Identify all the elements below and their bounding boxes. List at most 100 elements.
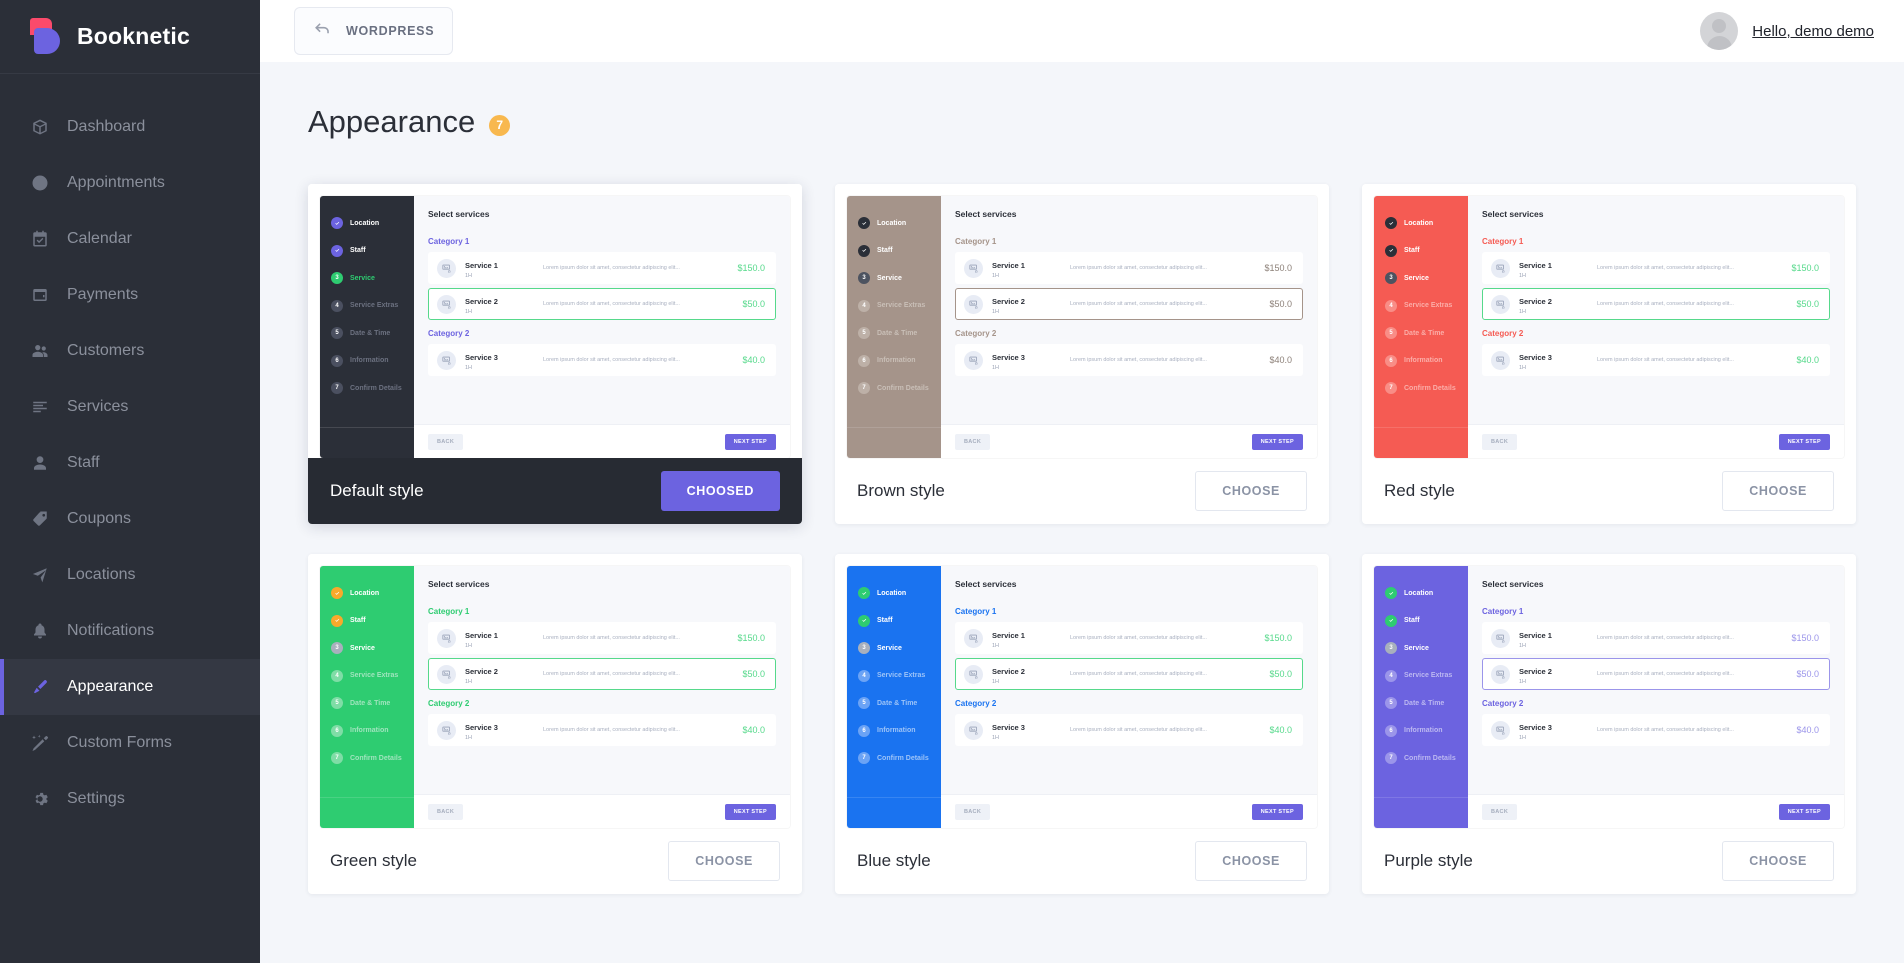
sidebar-item-notifications[interactable]: Notifications [0, 603, 260, 659]
preview-back-button[interactable]: BACK [1482, 804, 1517, 820]
service-row[interactable]: Service 11HLorem ipsum dolor sit amet, c… [1482, 252, 1830, 284]
service-price: $50.0 [1796, 299, 1819, 309]
sidebar-item-customers[interactable]: Customers [0, 323, 260, 379]
choose-button[interactable]: CHOOSE [1722, 841, 1834, 881]
preview-next-step-button[interactable]: NEXT STEP [1252, 434, 1303, 450]
step-bullet-done [858, 615, 870, 627]
bell-icon [30, 621, 50, 641]
service-row[interactable]: Service 11HLorem ipsum dolor sit amet, c… [1482, 622, 1830, 654]
service-row[interactable]: Service 31HLorem ipsum dolor sit amet, c… [1482, 714, 1830, 746]
service-row[interactable]: Service 31HLorem ipsum dolor sit amet, c… [955, 344, 1303, 376]
choose-button[interactable]: CHOOSE [1722, 471, 1834, 511]
style-name: Blue style [857, 851, 931, 871]
service-row[interactable]: Service 21HLorem ipsum dolor sit amet, c… [955, 658, 1303, 690]
step-label: Confirm Details [1404, 385, 1456, 392]
user-menu[interactable]: Hello, demo demo [1700, 12, 1874, 50]
service-row[interactable]: Service 11HLorem ipsum dolor sit amet, c… [955, 252, 1303, 284]
service-row[interactable]: Service 31HLorem ipsum dolor sit amet, c… [428, 344, 776, 376]
preview-back-button[interactable]: BACK [428, 804, 463, 820]
choose-button[interactable]: CHOOSE [668, 841, 780, 881]
style-card[interactable]: LocationStaff3Service4Service Extras5Dat… [308, 184, 802, 524]
choose-button[interactable]: CHOOSE [1195, 841, 1307, 881]
sidebar-item-settings[interactable]: Settings [0, 771, 260, 827]
wordpress-back-button[interactable]: WORDPRESS [294, 7, 453, 55]
service-info: Service 31H [1519, 717, 1591, 743]
booking-panel-preview: LocationStaff3Service4Service Extras5Dat… [1374, 566, 1844, 828]
sidebar-item-calendar[interactable]: Calendar [0, 211, 260, 267]
preview-footer: BACK NEXT STEP [1468, 794, 1844, 828]
preview-step: 7Confirm Details [320, 747, 414, 769]
category-title: Category 2 [428, 699, 776, 708]
sidebar-item-payments[interactable]: Payments [0, 267, 260, 323]
service-row[interactable]: Service 31HLorem ipsum dolor sit amet, c… [428, 714, 776, 746]
style-card[interactable]: LocationStaff3Service4Service Extras5Dat… [1362, 554, 1856, 894]
category-title: Category 1 [1482, 237, 1830, 246]
sidebar: Booknetic DashboardAppointmentsCalendarP… [0, 0, 260, 963]
style-card[interactable]: LocationStaff3Service4Service Extras5Dat… [835, 184, 1329, 524]
service-duration: 1H [992, 365, 1064, 373]
sidebar-item-appointments[interactable]: Appointments [0, 155, 260, 211]
service-name: Service 1 [1519, 631, 1552, 640]
service-duration: 1H [465, 679, 537, 687]
step-label: Date & Time [1404, 700, 1444, 707]
step-bullet-upcoming: 6 [331, 355, 343, 367]
style-card[interactable]: LocationStaff3Service4Service Extras5Dat… [308, 554, 802, 894]
category-title: Category 1 [428, 607, 776, 616]
service-row[interactable]: Service 11HLorem ipsum dolor sit amet, c… [955, 622, 1303, 654]
step-label: Location [1404, 590, 1433, 597]
step-bullet-upcoming: 4 [858, 670, 870, 682]
service-row[interactable]: Service 21HLorem ipsum dolor sit amet, c… [428, 658, 776, 690]
preview-back-button[interactable]: BACK [955, 804, 990, 820]
preview-service-list: Category 1Service 11HLorem ipsum dolor s… [941, 228, 1317, 424]
preview-step: 4Service Extras [847, 295, 941, 317]
step-bullet-upcoming: 4 [1385, 670, 1397, 682]
service-price: $40.0 [1796, 725, 1819, 735]
style-preview: LocationStaff3Service4Service Extras5Dat… [308, 554, 802, 828]
preview-header: Select services [414, 196, 790, 228]
service-duration: 1H [1519, 365, 1591, 373]
sidebar-item-appearance[interactable]: Appearance [0, 659, 260, 715]
preview-next-step-button[interactable]: NEXT STEP [725, 804, 776, 820]
choose-button[interactable]: CHOOSE [1195, 471, 1307, 511]
service-row[interactable]: Service 21HLorem ipsum dolor sit amet, c… [1482, 288, 1830, 320]
style-card[interactable]: LocationStaff3Service4Service Extras5Dat… [1362, 184, 1856, 524]
preview-back-button[interactable]: BACK [1482, 434, 1517, 450]
service-row[interactable]: Service 21HLorem ipsum dolor sit amet, c… [955, 288, 1303, 320]
service-row[interactable]: Service 11HLorem ipsum dolor sit amet, c… [428, 622, 776, 654]
image-icon [437, 665, 456, 684]
preview-next-step-button[interactable]: NEXT STEP [1252, 804, 1303, 820]
sidebar-item-custom-forms[interactable]: Custom Forms [0, 715, 260, 771]
step-label: Staff [350, 247, 366, 254]
service-row[interactable]: Service 31HLorem ipsum dolor sit amet, c… [1482, 344, 1830, 376]
service-row[interactable]: Service 21HLorem ipsum dolor sit amet, c… [1482, 658, 1830, 690]
sidebar-item-coupons[interactable]: Coupons [0, 491, 260, 547]
service-description: Lorem ipsum dolor sit amet, consectetur … [1591, 300, 1796, 309]
service-duration: 1H [465, 643, 537, 651]
service-info: Service 31H [465, 347, 537, 373]
preview-next-step-button[interactable]: NEXT STEP [1779, 434, 1830, 450]
sidebar-item-locations[interactable]: Locations [0, 547, 260, 603]
category-title: Category 1 [955, 607, 1303, 616]
sidebar-item-dashboard[interactable]: Dashboard [0, 99, 260, 155]
preview-step-list: LocationStaff3Service4Service Extras5Dat… [847, 566, 941, 828]
preview-next-step-button[interactable]: NEXT STEP [725, 434, 776, 450]
preview-next-step-button[interactable]: NEXT STEP [1779, 804, 1830, 820]
service-row[interactable]: Service 31HLorem ipsum dolor sit amet, c… [955, 714, 1303, 746]
chosen-button[interactable]: CHOOSED [661, 471, 780, 511]
preview-step: 4Service Extras [847, 665, 941, 687]
service-price: $150.0 [1264, 633, 1292, 643]
service-row[interactable]: Service 11HLorem ipsum dolor sit amet, c… [428, 252, 776, 284]
service-row[interactable]: Service 21HLorem ipsum dolor sit amet, c… [428, 288, 776, 320]
sidebar-item-services[interactable]: Services [0, 379, 260, 435]
step-bullet-done [1385, 587, 1397, 599]
preview-step: Location [1374, 582, 1468, 604]
preview-back-button[interactable]: BACK [428, 434, 463, 450]
preview-back-button[interactable]: BACK [955, 434, 990, 450]
step-label: Information [1404, 357, 1443, 364]
style-card[interactable]: LocationStaff3Service4Service Extras5Dat… [835, 554, 1329, 894]
service-info: Service 31H [1519, 347, 1591, 373]
back-arrow-icon [313, 19, 332, 43]
list-icon [30, 397, 50, 417]
user-greeting[interactable]: Hello, demo demo [1752, 23, 1874, 40]
sidebar-item-staff[interactable]: Staff [0, 435, 260, 491]
